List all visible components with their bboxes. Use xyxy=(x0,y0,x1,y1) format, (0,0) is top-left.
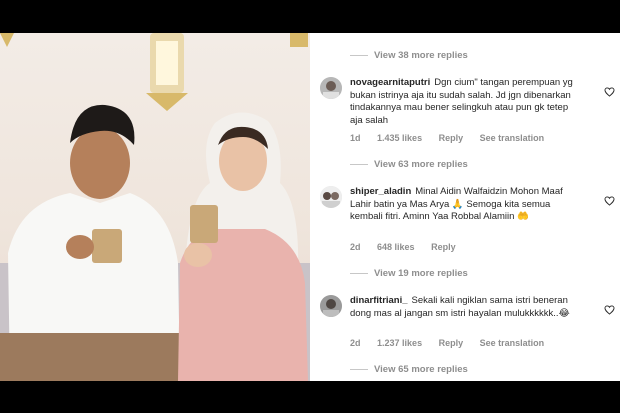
comment-item: novagearnitaputri Dgn cium" tangan peremp… xyxy=(320,77,616,147)
view-more-replies-label: View 63 more replies xyxy=(374,159,468,170)
comment-text: dinarfitriani_ Sekali kali ngiklan sama i… xyxy=(350,295,580,320)
see-translation-button[interactable]: See translation xyxy=(480,338,545,348)
divider-line xyxy=(350,369,368,370)
view-more-replies-label: View 19 more replies xyxy=(374,268,468,279)
avatar[interactable] xyxy=(320,77,342,99)
divider-line xyxy=(350,273,368,274)
photo-illustration xyxy=(0,33,310,381)
view-more-replies-label: View 65 more replies xyxy=(374,364,468,375)
reply-button[interactable]: Reply xyxy=(439,338,464,348)
avatar[interactable] xyxy=(320,295,342,317)
heart-icon[interactable] xyxy=(604,196,615,206)
avatar-image xyxy=(320,77,342,99)
comment-time: 2d xyxy=(350,338,361,348)
comment-text: shiper_aladin Minal Aidin Walfaidzin Moho… xyxy=(350,186,580,224)
comment-meta: 1d 1.435 likes Reply See translation xyxy=(350,133,558,143)
comment-time: 2d xyxy=(350,242,361,252)
view-more-replies-label: View 38 more replies xyxy=(374,50,468,61)
comment-item: shiper_aladin Minal Aidin Walfaidzin Moho… xyxy=(320,186,616,256)
comment-username[interactable]: shiper_aladin xyxy=(350,186,411,197)
avatar-image xyxy=(320,186,342,208)
view-more-replies-button[interactable]: View 19 more replies xyxy=(350,268,468,279)
comment-username[interactable]: novagearnitaputri xyxy=(350,77,430,88)
comment-likes[interactable]: 1.435 likes xyxy=(377,133,422,143)
divider-line xyxy=(350,55,368,56)
heart-icon[interactable] xyxy=(604,87,615,97)
comment-likes[interactable]: 1.237 likes xyxy=(377,338,422,348)
view-more-replies-button[interactable]: View 63 more replies xyxy=(350,159,468,170)
screenshot-frame: View 38 more replies novagearnitaputri Dg… xyxy=(0,33,620,381)
see-translation-button[interactable]: See translation xyxy=(480,133,545,143)
heart-icon[interactable] xyxy=(604,305,615,315)
comment-text: novagearnitaputri Dgn cium" tangan peremp… xyxy=(350,77,580,127)
comment-likes[interactable]: 648 likes xyxy=(377,242,415,252)
reply-button[interactable]: Reply xyxy=(431,242,456,252)
comment-item: dinarfitriani_ Sekali kali ngiklan sama i… xyxy=(320,295,616,355)
post-photo xyxy=(0,33,310,381)
divider-line xyxy=(350,164,368,165)
comment-meta: 2d 1.237 likes Reply See translation xyxy=(350,338,558,348)
reply-button[interactable]: Reply xyxy=(439,133,464,143)
view-more-replies-button[interactable]: View 65 more replies xyxy=(350,364,468,375)
comments-panel: View 38 more replies novagearnitaputri Dg… xyxy=(310,33,620,381)
avatar-image xyxy=(320,295,342,317)
view-more-replies-button[interactable]: View 38 more replies xyxy=(350,50,468,61)
avatar[interactable] xyxy=(320,186,342,208)
comment-time: 1d xyxy=(350,133,361,143)
comment-meta: 2d 648 likes Reply xyxy=(350,242,470,252)
comment-username[interactable]: dinarfitriani_ xyxy=(350,295,408,306)
